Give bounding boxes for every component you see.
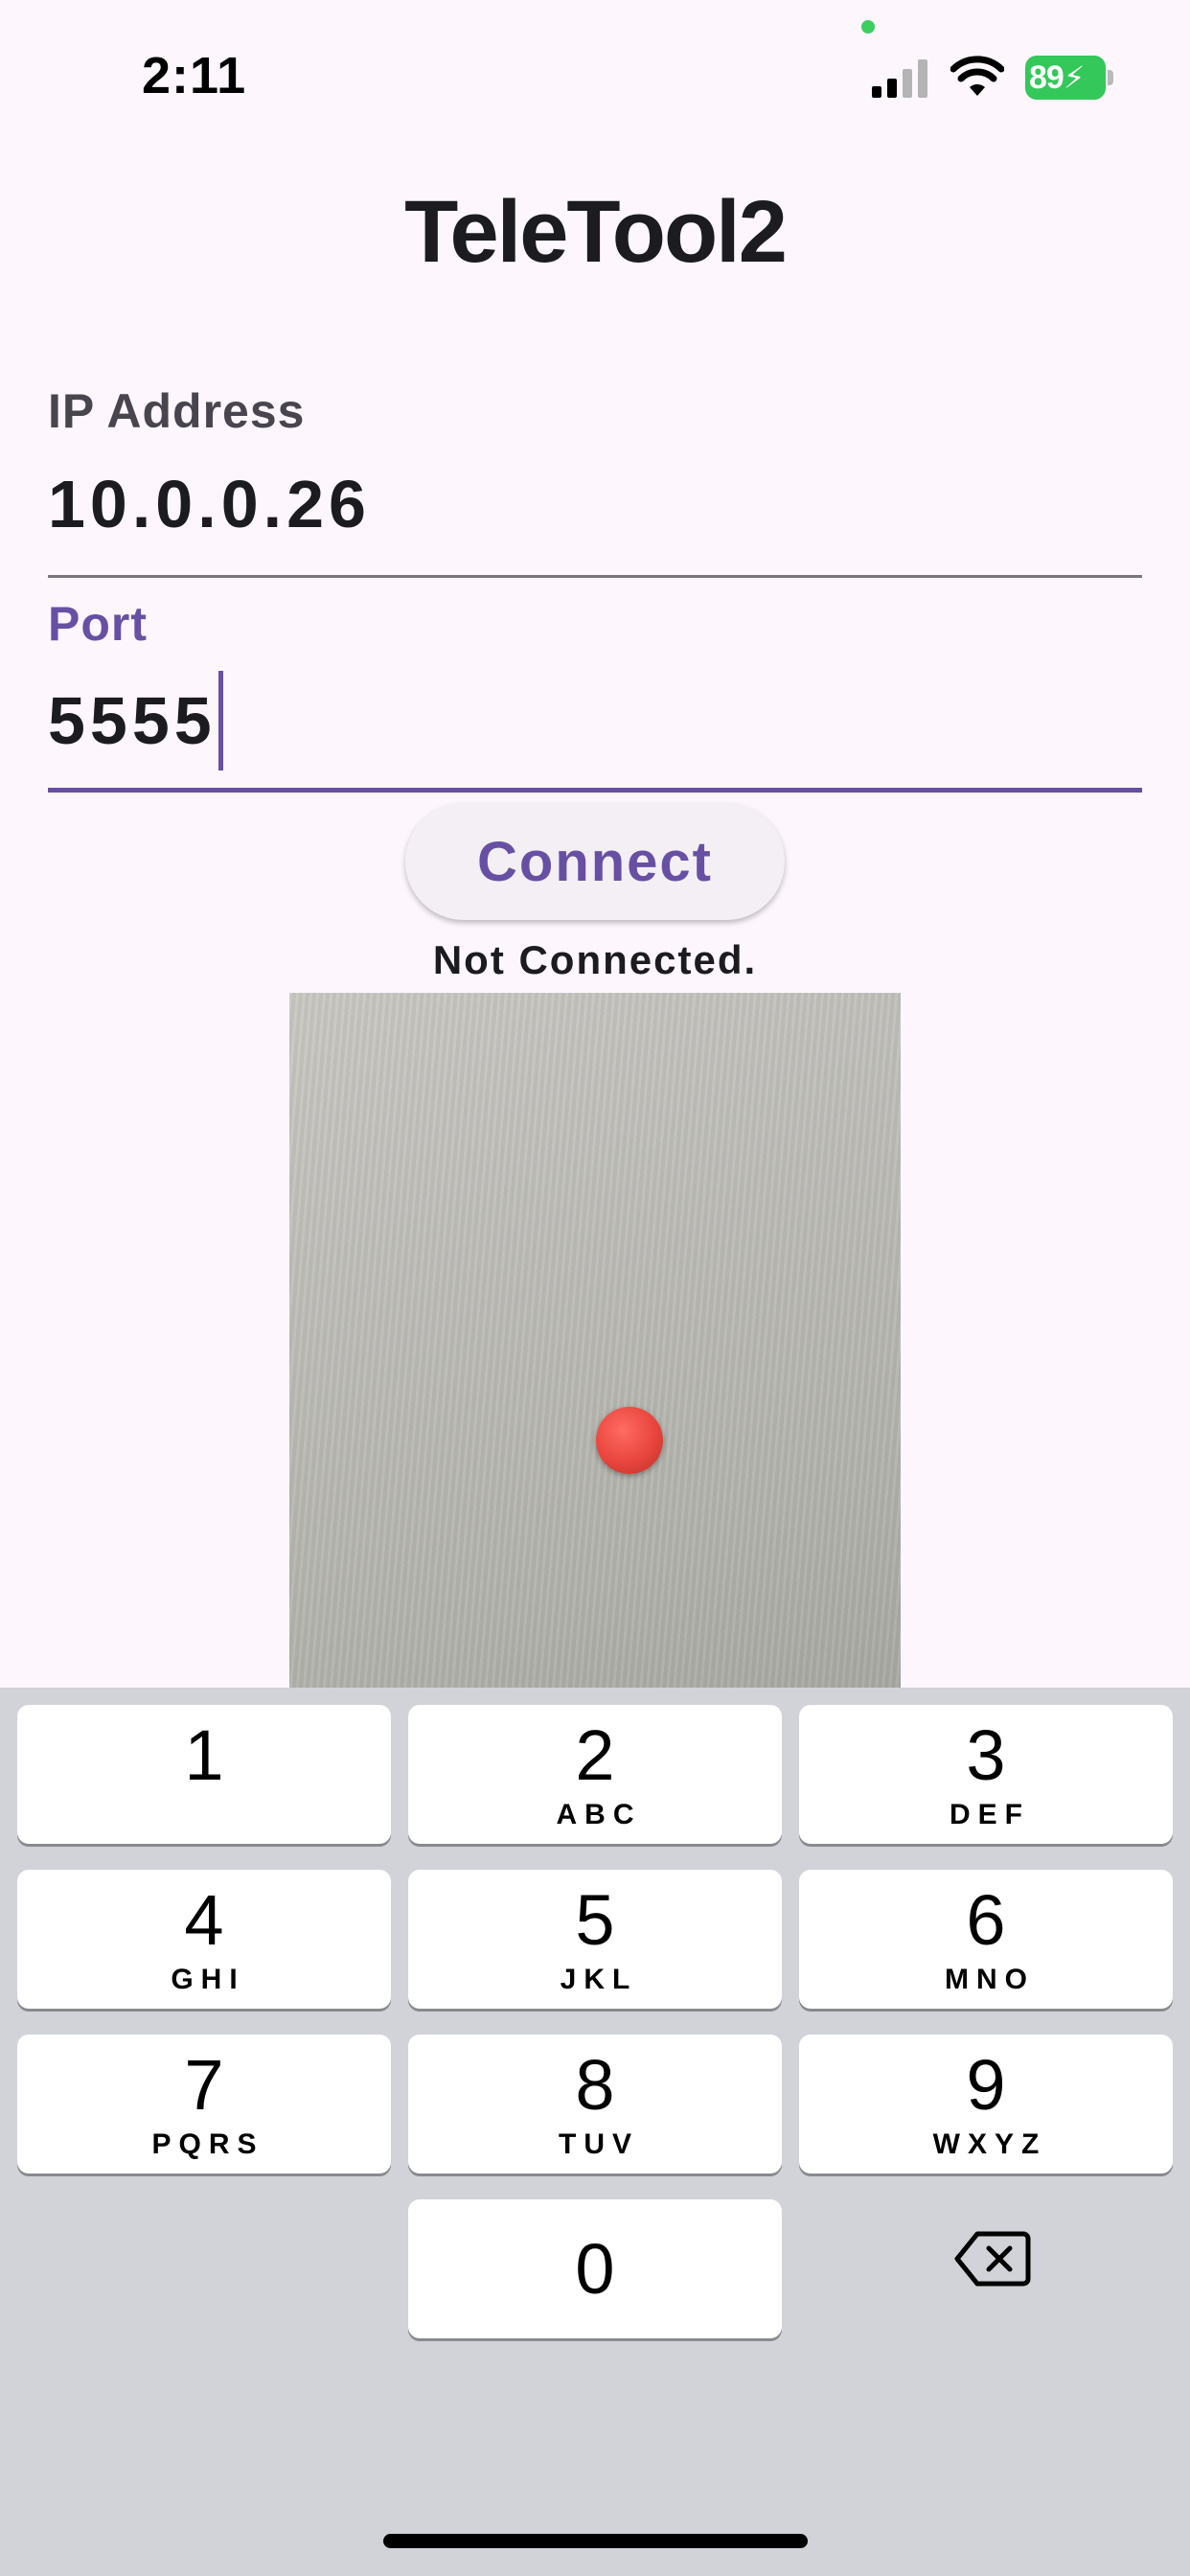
backspace-icon[interactable]: [954, 2230, 1031, 2288]
port-field[interactable]: Port 5555: [48, 596, 1142, 793]
key-4[interactable]: 4 GHI: [17, 1870, 391, 2009]
battery-percent: 89: [1029, 59, 1064, 96]
key-digit: 6: [966, 1880, 1006, 1960]
port-label: Port: [48, 597, 148, 651]
key-letters: DEF: [950, 1799, 1030, 1830]
status-bar: 2:11 89⚡: [0, 0, 1190, 144]
key-digit: 4: [184, 1880, 224, 1960]
key-8[interactable]: 8 TUV: [408, 2035, 782, 2174]
key-digit: 5: [575, 1880, 615, 1960]
key-5[interactable]: 5 JKL: [408, 1870, 782, 2009]
key-1[interactable]: 1: [17, 1705, 391, 1844]
wifi-icon: [950, 56, 1004, 96]
battery-charging-icon: 89⚡: [1025, 56, 1113, 100]
status-time: 2:11: [142, 47, 247, 104]
text-cursor: [217, 671, 223, 770]
key-digit: 2: [575, 1715, 615, 1795]
ar-marker-dot: [596, 1407, 663, 1474]
connection-status: Not Connected.: [432, 937, 758, 982]
key-digit: 7: [184, 2045, 224, 2125]
key-letters: WXYZ: [932, 2128, 1047, 2160]
home-indicator[interactable]: [383, 2534, 808, 2548]
key-9[interactable]: 9 WXYZ: [799, 2035, 1173, 2174]
key-digit: 0: [575, 2229, 615, 2309]
key-letters: GHI: [171, 1964, 245, 1995]
key-letters: JKL: [560, 1964, 638, 1995]
app-title: TeleTool2: [404, 183, 788, 281]
port-input[interactable]: 5555: [48, 671, 1142, 770]
ip-address-field[interactable]: IP Address 10.0.0.26: [48, 383, 1142, 578]
key-0[interactable]: 0: [408, 2199, 782, 2338]
privacy-indicator-dot: [861, 20, 875, 34]
key-letters: TUV: [559, 2128, 639, 2160]
key-letters: PQRS: [151, 2128, 264, 2160]
camera-view[interactable]: [289, 993, 901, 1688]
key-3[interactable]: 3 DEF: [799, 1705, 1173, 1844]
ip-address-label: IP Address: [48, 384, 306, 438]
port-value: 5555: [48, 683, 217, 758]
ip-address-value[interactable]: 10.0.0.26: [48, 466, 1142, 542]
battery-tip: [1108, 70, 1113, 85]
signal-icon: [872, 59, 927, 98]
numeric-keyboard: 1 2 ABC 3 DEF 4 GHI 5 JKL 6 MNO 7 PQRS 8…: [0, 1688, 1190, 2576]
key-letters: MNO: [945, 1964, 1035, 1995]
key-digit: 1: [184, 1715, 224, 1795]
battery-level: 89⚡: [1025, 56, 1106, 100]
key-digit: 9: [966, 2045, 1006, 2125]
key-6[interactable]: 6 MNO: [799, 1870, 1173, 2009]
key-digit: 3: [966, 1715, 1006, 1795]
key-letters: ABC: [556, 1799, 642, 1830]
connect-button[interactable]: Connect: [405, 803, 785, 920]
key-digit: 8: [575, 2045, 615, 2125]
key-7[interactable]: 7 PQRS: [17, 2035, 391, 2174]
key-2[interactable]: 2 ABC: [408, 1705, 782, 1844]
